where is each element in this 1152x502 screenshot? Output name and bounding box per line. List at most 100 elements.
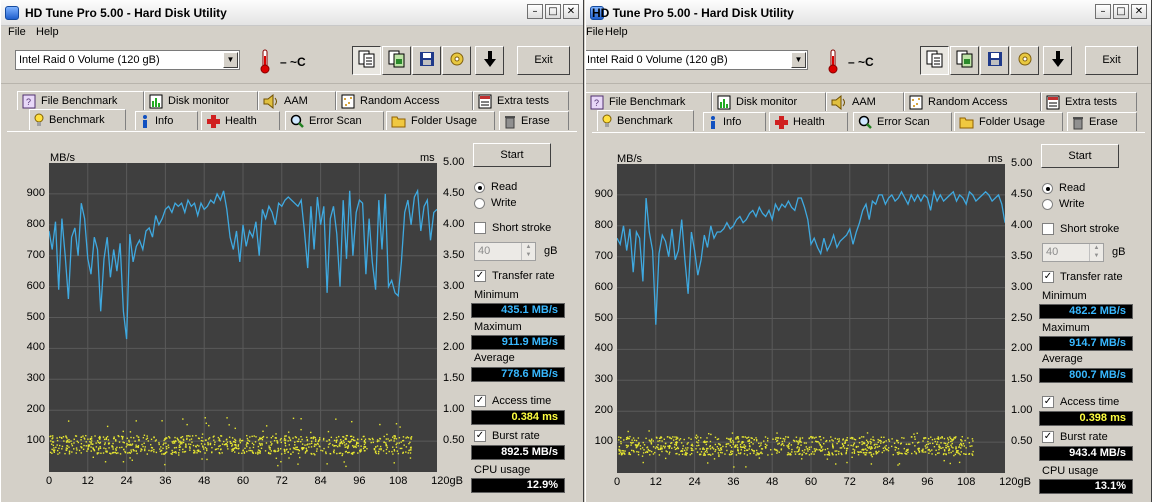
- copy-text-button[interactable]: [352, 46, 381, 75]
- access-time-checkbox[interactable]: ✓ Access time: [1042, 396, 1119, 408]
- access-time-point: [678, 453, 680, 456]
- tab-folder-usage[interactable]: Folder Usage: [386, 111, 495, 130]
- tab-erase[interactable]: Erase: [499, 111, 569, 130]
- access-time-point: [937, 438, 940, 440]
- access-time-point: [668, 447, 670, 449]
- copy-screenshot-button[interactable]: [950, 46, 979, 75]
- tab-benchmark[interactable]: Benchmark: [29, 109, 126, 130]
- start-button[interactable]: Start: [473, 143, 551, 167]
- access-time-point: [270, 441, 272, 443]
- drive-select[interactable]: Intel Raid 0 Volume (120 gB) ▼: [15, 50, 240, 70]
- access-time-point: [189, 446, 191, 448]
- tab-label: Disk monitor: [736, 95, 798, 108]
- transfer-rate-checkbox[interactable]: ✓ Transfer rate: [474, 270, 555, 282]
- exit-button[interactable]: Exit: [1085, 46, 1138, 75]
- access-time-point: [922, 440, 924, 442]
- tab-extra-tests[interactable]: Extra tests: [1041, 92, 1137, 111]
- save-button[interactable]: [412, 46, 441, 75]
- access-time-point: [209, 442, 212, 445]
- access-time-point: [961, 440, 963, 442]
- access-time-point: [343, 441, 345, 444]
- close-button[interactable]: ✕: [563, 4, 579, 19]
- write-radio[interactable]: Write: [1042, 198, 1084, 210]
- tab-error-scan[interactable]: Error Scan: [853, 112, 952, 131]
- access-time-point: [720, 447, 723, 449]
- tab-file-benchmark[interactable]: ? File Benchmark: [17, 91, 144, 110]
- access-time-point: [393, 440, 395, 442]
- start-button[interactable]: Start: [1041, 144, 1119, 168]
- access-time-point: [360, 448, 362, 451]
- access-time-point: [780, 449, 783, 451]
- options-button[interactable]: [1010, 46, 1039, 75]
- menu-file[interactable]: File: [586, 26, 604, 38]
- access-time-point: [714, 450, 716, 453]
- access-time-point: [201, 433, 204, 435]
- access-time-checkbox[interactable]: ✓ Access time: [474, 395, 551, 407]
- maximize-button[interactable]: □: [1113, 4, 1129, 19]
- short-stroke-checkbox[interactable]: Short stroke: [474, 222, 551, 234]
- title-bar[interactable]: HD Tune Pro 5.00 - Hard Disk Utility – □…: [1, 0, 583, 26]
- tab-health[interactable]: Health: [769, 112, 848, 131]
- access-time-point: [745, 466, 747, 468]
- access-time-point: [870, 443, 872, 445]
- short-stroke-spinner[interactable]: 40 ▲ ▼: [474, 242, 536, 261]
- access-time-point: [690, 449, 693, 452]
- access-time-point: [953, 436, 955, 439]
- chevron-down-icon[interactable]: ▼: [791, 52, 806, 68]
- tab-file-benchmark[interactable]: ? File Benchmark: [586, 92, 712, 111]
- tab-erase[interactable]: Erase: [1067, 112, 1137, 131]
- access-time-point: [339, 452, 342, 454]
- short-stroke-spinner[interactable]: 40 ▲ ▼: [1042, 243, 1104, 262]
- maximize-button[interactable]: □: [545, 4, 561, 19]
- tab-error-scan[interactable]: Error Scan: [285, 111, 384, 130]
- tab-random-access[interactable]: Random Access: [904, 92, 1041, 111]
- access-time-point: [174, 440, 177, 442]
- tab-disk-monitor[interactable]: Disk monitor: [144, 91, 258, 110]
- download-button[interactable]: [1043, 46, 1072, 75]
- transfer-rate-checkbox[interactable]: ✓ Transfer rate: [1042, 271, 1123, 283]
- access-time-point: [292, 437, 294, 439]
- copy-text-button[interactable]: [920, 46, 949, 75]
- checkbox-box: [1042, 223, 1054, 235]
- copy-screenshot-button[interactable]: [382, 46, 411, 75]
- access-time-point: [935, 453, 937, 456]
- tab-aam[interactable]: AAM: [826, 92, 904, 111]
- tab-info[interactable]: Info: [703, 112, 766, 131]
- drive-select[interactable]: Intel Raid 0 Volume (120 gB) ▼: [586, 50, 808, 70]
- burst-rate-checkbox[interactable]: ✓ Burst rate: [1042, 431, 1108, 443]
- read-radio[interactable]: Read: [474, 181, 517, 193]
- burst-rate-checkbox[interactable]: ✓ Burst rate: [474, 430, 540, 442]
- tab-disk-monitor[interactable]: Disk monitor: [712, 92, 826, 111]
- menu-help[interactable]: Help: [605, 26, 628, 38]
- read-radio[interactable]: Read: [1042, 182, 1085, 194]
- short-stroke-checkbox[interactable]: Short stroke: [1042, 223, 1119, 235]
- spinner-arrows-icon[interactable]: ▲ ▼: [521, 243, 535, 260]
- tab-folder-usage[interactable]: Folder Usage: [954, 112, 1063, 131]
- write-radio[interactable]: Write: [474, 197, 516, 209]
- title-bar[interactable]: HD Tune Pro 5.00 - Hard Disk Utility – □…: [586, 0, 1151, 26]
- y-tick-right: 0.50: [1011, 435, 1033, 448]
- options-button[interactable]: [442, 46, 471, 75]
- save-button[interactable]: [980, 46, 1009, 75]
- access-time-point: [185, 446, 187, 448]
- access-time-point: [900, 452, 902, 455]
- access-time-point: [932, 442, 934, 445]
- access-time-point: [887, 447, 890, 449]
- access-time-point: [765, 447, 767, 449]
- tab-extra-tests[interactable]: Extra tests: [473, 91, 569, 110]
- download-button[interactable]: [475, 46, 504, 75]
- exit-button[interactable]: Exit: [517, 46, 570, 75]
- chevron-down-icon[interactable]: ▼: [223, 52, 238, 68]
- minimize-button[interactable]: –: [527, 4, 543, 19]
- tab-health[interactable]: Health: [201, 111, 280, 130]
- tab-info[interactable]: Info: [135, 111, 198, 130]
- minimize-button[interactable]: –: [1095, 4, 1111, 19]
- tab-aam[interactable]: AAM: [258, 91, 336, 110]
- tab-benchmark[interactable]: Benchmark: [597, 110, 694, 131]
- spinner-arrows-icon[interactable]: ▲ ▼: [1089, 244, 1103, 261]
- tab-random-access[interactable]: Random Access: [336, 91, 473, 110]
- close-button[interactable]: ✕: [1131, 4, 1147, 19]
- menu-help[interactable]: Help: [36, 26, 59, 38]
- access-time-point: [269, 446, 271, 449]
- menu-file[interactable]: File: [8, 26, 26, 38]
